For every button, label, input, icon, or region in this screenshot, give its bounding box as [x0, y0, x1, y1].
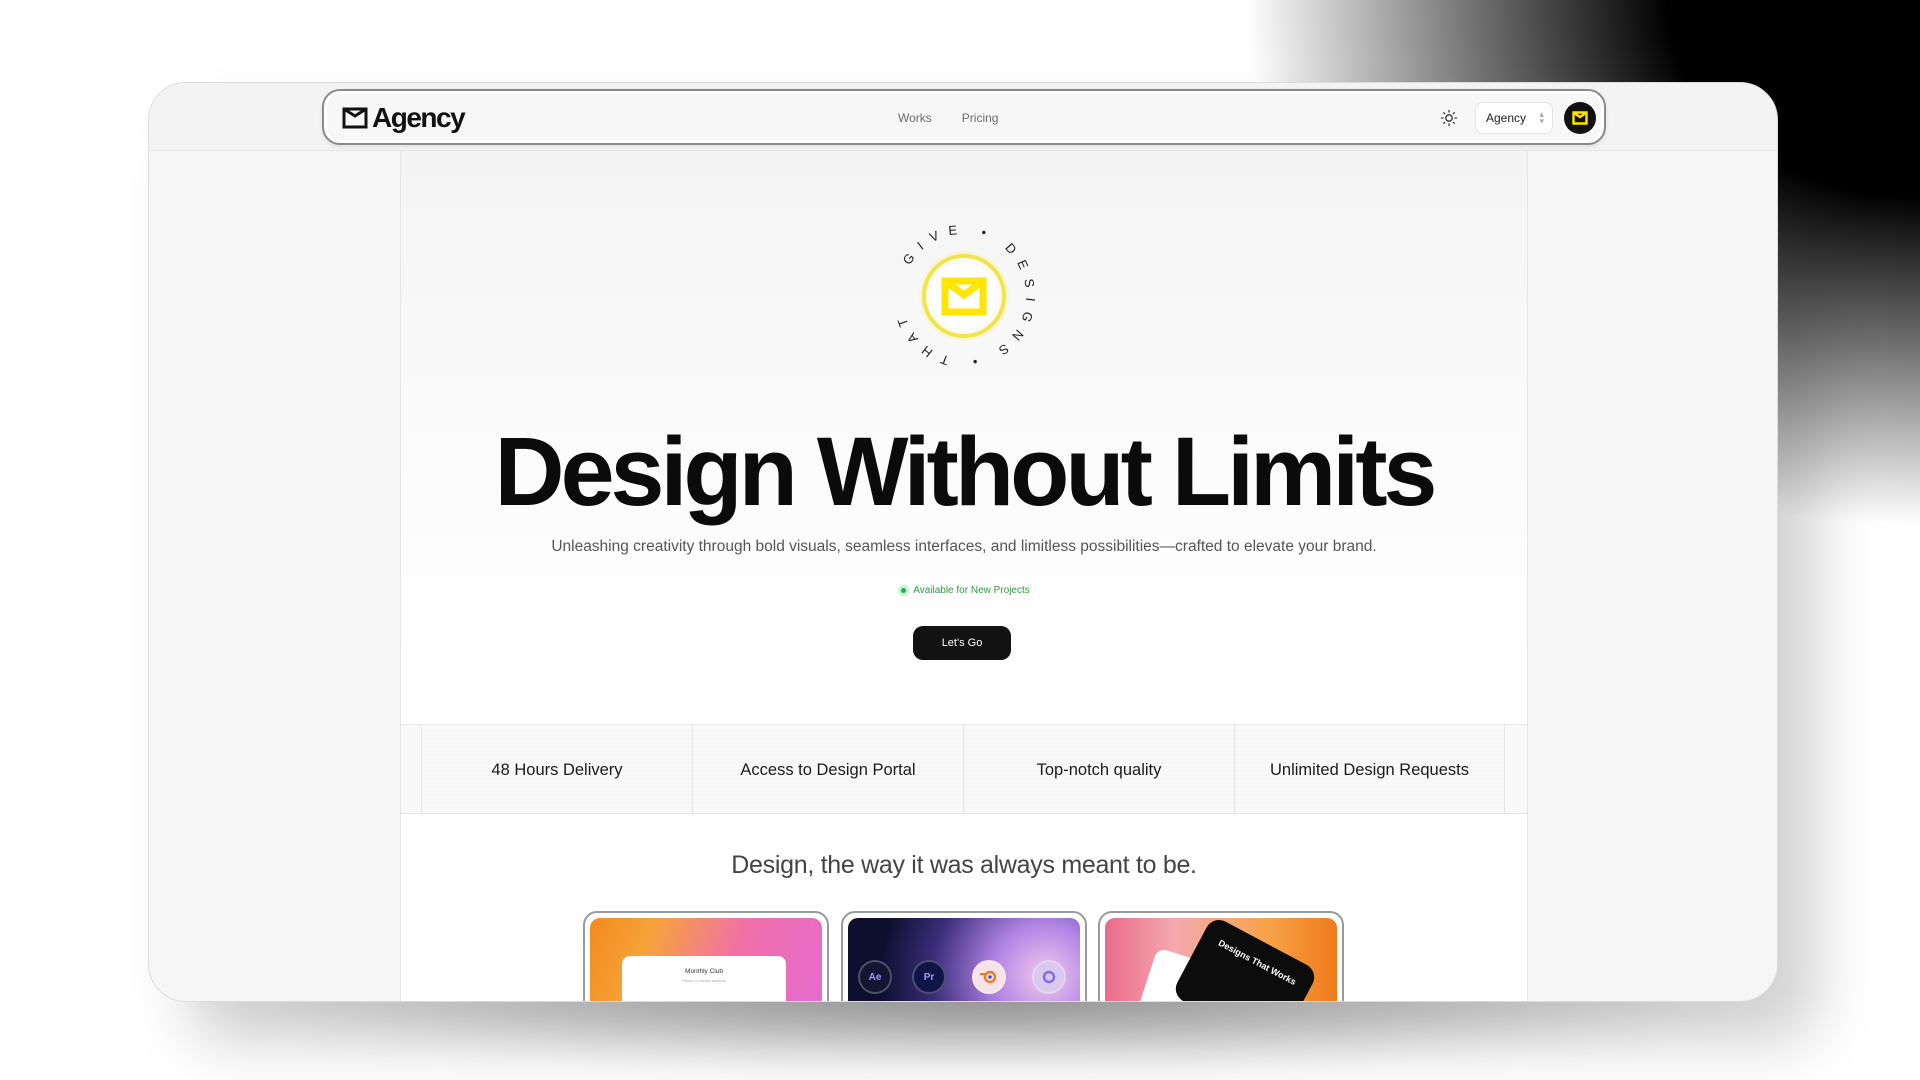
nav-links: Works Pricing [898, 111, 998, 125]
logo-text: Agency [372, 102, 466, 133]
hero-title: Design Without Limits [494, 417, 1438, 526]
premiere-icon: Pr [912, 960, 946, 994]
hero-subtitle: Unleashing creativity through bold visua… [551, 538, 1377, 555]
chevron-updown-icon: ▴ ▾ [1539, 109, 1544, 126]
sun-icon[interactable] [1440, 109, 1458, 127]
rotating-badge: GIVE • DESIGNS • THAT • [879, 211, 1029, 370]
mini-card-title: Monthly Club [685, 968, 723, 975]
feature-item: Access to Design Portal [692, 725, 963, 815]
navbar: Agency Works Pricing Agency ▴ ▾ [322, 89, 1606, 145]
workspace-select-value: Agency [1486, 111, 1527, 125]
logo[interactable]: Agency [342, 102, 466, 134]
mini-card-subtitle: Pause or cancel anytime [682, 978, 726, 983]
phone-text: Designs That Works [1216, 937, 1298, 988]
status-text: Available for New Projects [913, 585, 1030, 596]
lets-go-button[interactable]: Let's Go [913, 626, 1011, 660]
card-image: Monthly Club Pause or cancel anytime [590, 918, 822, 1001]
showcase-card-mobile[interactable]: Designs That Works [1098, 911, 1344, 1001]
after-effects-icon: Ae [858, 960, 892, 994]
showcase-card-tools[interactable]: Ae Pr [841, 911, 1087, 1001]
feature-item: Top-notch quality [963, 725, 1234, 815]
features-strip: 48 Hours Delivery Access to Design Porta… [401, 724, 1527, 815]
app-circle-icon [1032, 960, 1066, 994]
availability-status: Available for New Projects [401, 585, 1527, 596]
card-image: Designs That Works [1105, 918, 1337, 1001]
feature-item: Unlimited Design Requests [1234, 725, 1505, 815]
tagline: Design, the way it was always meant to b… [731, 851, 1197, 879]
browser-window: Agency Works Pricing Agency ▴ ▾ GIVE • D… [148, 82, 1778, 1002]
card-image: Ae Pr [848, 918, 1080, 1001]
phone-mockup: Designs That Works [1170, 918, 1320, 1001]
avatar-logo-icon [1572, 111, 1588, 125]
blender-icon [972, 960, 1006, 994]
avatar[interactable] [1564, 102, 1596, 134]
feature-item: 48 Hours Delivery [421, 725, 692, 815]
workspace-select[interactable]: Agency ▴ ▾ [1475, 102, 1553, 134]
status-dot-icon [898, 585, 910, 596]
mini-pricing-card: Monthly Club Pause or cancel anytime [622, 956, 786, 1001]
main-content: GIVE • DESIGNS • THAT • Design Without L… [400, 151, 1528, 1001]
nav-link-pricing[interactable]: Pricing [962, 111, 999, 125]
showcase-card-pricing[interactable]: Monthly Club Pause or cancel anytime [583, 911, 829, 1001]
logo-icon [342, 107, 368, 129]
nav-link-works[interactable]: Works [898, 111, 932, 125]
